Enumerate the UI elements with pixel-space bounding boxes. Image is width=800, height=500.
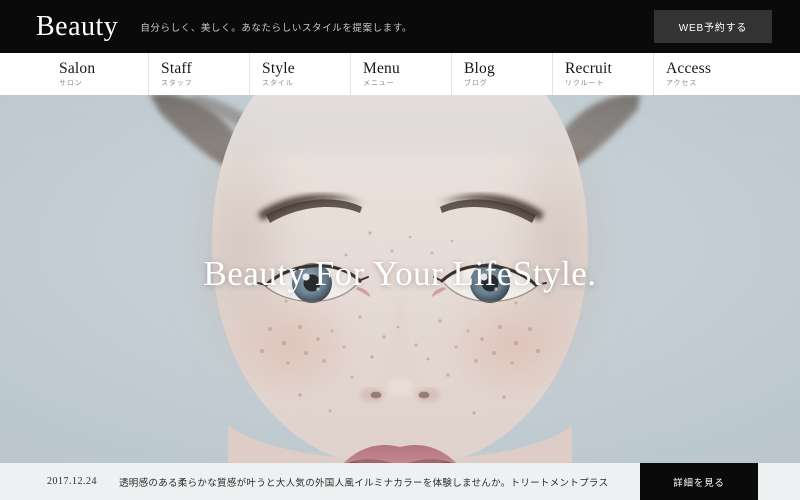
view-detail-button[interactable]: 詳細を見る: [640, 463, 758, 500]
main-navigation: Salon サロン Staff スタッフ Style スタイル Menu メニュ…: [0, 53, 800, 95]
news-headline-link[interactable]: 透明感のある柔らかな質感が叶うと大人気の外国人風イルミナカラーを体験しませんか。…: [119, 475, 609, 489]
nav-item-label-en: Style: [262, 59, 295, 77]
nav-item-menu[interactable]: Menu メニュー: [350, 53, 451, 95]
hero-banner: Beauty For Your LifeStyle.: [0, 95, 800, 463]
nav-item-style[interactable]: Style スタイル: [249, 53, 350, 95]
nav-item-label-en: Menu: [363, 59, 400, 77]
nav-item-label-en: Blog: [464, 59, 495, 77]
news-date: 2017.12.24: [47, 476, 97, 487]
nav-item-label-en: Salon: [59, 59, 96, 77]
site-header: Beauty 自分らしく、美しく。あなたらしいスタイルを提案します。 WEB予約…: [0, 0, 800, 53]
nav-item-access[interactable]: Access アクセス: [653, 53, 754, 95]
nav-item-label-jp: アクセス: [666, 79, 698, 87]
site-logo[interactable]: Beauty: [36, 12, 118, 41]
nav-item-label-jp: リクルート: [565, 79, 605, 87]
site-tagline: 自分らしく、美しく。あなたらしいスタイルを提案します。: [140, 22, 413, 34]
hero-portrait-image: [0, 95, 800, 463]
web-reservation-button[interactable]: WEB予約する: [654, 10, 772, 43]
nav-item-salon[interactable]: Salon サロン: [47, 53, 148, 95]
nav-item-label-jp: スタイル: [262, 79, 294, 87]
nav-item-label-en: Staff: [161, 59, 192, 77]
site-page: Beauty 自分らしく、美しく。あなたらしいスタイルを提案します。 WEB予約…: [0, 0, 800, 500]
nav-item-label-jp: メニュー: [363, 79, 395, 87]
nav-item-label-jp: スタッフ: [161, 79, 193, 87]
nav-item-recruit[interactable]: Recruit リクルート: [552, 53, 653, 95]
nav-item-label-jp: ブログ: [464, 79, 488, 87]
nav-item-staff[interactable]: Staff スタッフ: [148, 53, 249, 95]
news-ticker-bar: 2017.12.24 透明感のある柔らかな質感が叶うと大人気の外国人風イルミナカ…: [0, 463, 800, 500]
nav-item-label-en: Access: [666, 59, 712, 77]
nav-list: Salon サロン Staff スタッフ Style スタイル Menu メニュ…: [0, 53, 800, 95]
nav-item-label-jp: サロン: [59, 79, 83, 87]
nav-item-blog[interactable]: Blog ブログ: [451, 53, 552, 95]
nav-item-label-en: Recruit: [565, 59, 613, 77]
